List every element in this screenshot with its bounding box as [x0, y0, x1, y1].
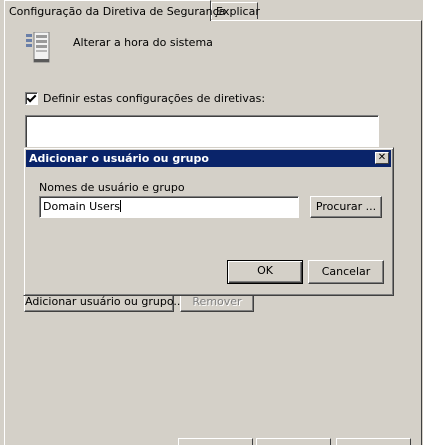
add-user-or-group-label: Adicionar usuário ou grupo...: [25, 295, 184, 308]
main-cancel-button[interactable]: [256, 438, 331, 445]
ok-button[interactable]: OK: [227, 260, 303, 284]
remove-label: Remover: [192, 295, 242, 308]
cancel-label: Cancelar: [321, 265, 371, 278]
properties-window: Configuração da Diretiva de Segurança Ex…: [0, 0, 423, 445]
main-ok-button[interactable]: [178, 438, 253, 445]
define-settings-row[interactable]: Definir estas configurações de diretivas…: [25, 92, 265, 105]
main-apply-button[interactable]: [336, 438, 411, 445]
user-group-names-input[interactable]: Domain Users: [39, 196, 299, 218]
cancel-button[interactable]: Cancelar: [308, 260, 384, 284]
user-group-names-label: Nomes de usuário e grupo: [39, 181, 185, 194]
user-group-names-value: Domain Users: [43, 200, 120, 213]
close-icon[interactable]: ✕: [375, 152, 389, 164]
define-settings-checkbox[interactable]: [25, 92, 38, 105]
dialog-title-bar[interactable]: Adicionar o usuário ou grupo ✕: [26, 150, 391, 167]
tab-label: Configuração da Diretiva de Segurança: [9, 5, 226, 18]
define-settings-label: Definir estas configurações de diretivas…: [43, 92, 266, 105]
policy-name: Alterar a hora do sistema: [73, 36, 213, 49]
dialog-title: Adicionar o usuário ou grupo: [29, 152, 209, 165]
ok-label: OK: [257, 264, 273, 277]
browse-label: Procurar ...: [315, 200, 377, 213]
text-caret: [119, 200, 121, 212]
browse-button[interactable]: Procurar ...: [310, 196, 382, 218]
tab-security-policy-setting[interactable]: Configuração da Diretiva de Segurança: [4, 0, 225, 21]
add-user-or-group-dialog: Adicionar o usuário ou grupo ✕ Nomes de …: [23, 147, 394, 296]
server-icon: [26, 32, 50, 63]
